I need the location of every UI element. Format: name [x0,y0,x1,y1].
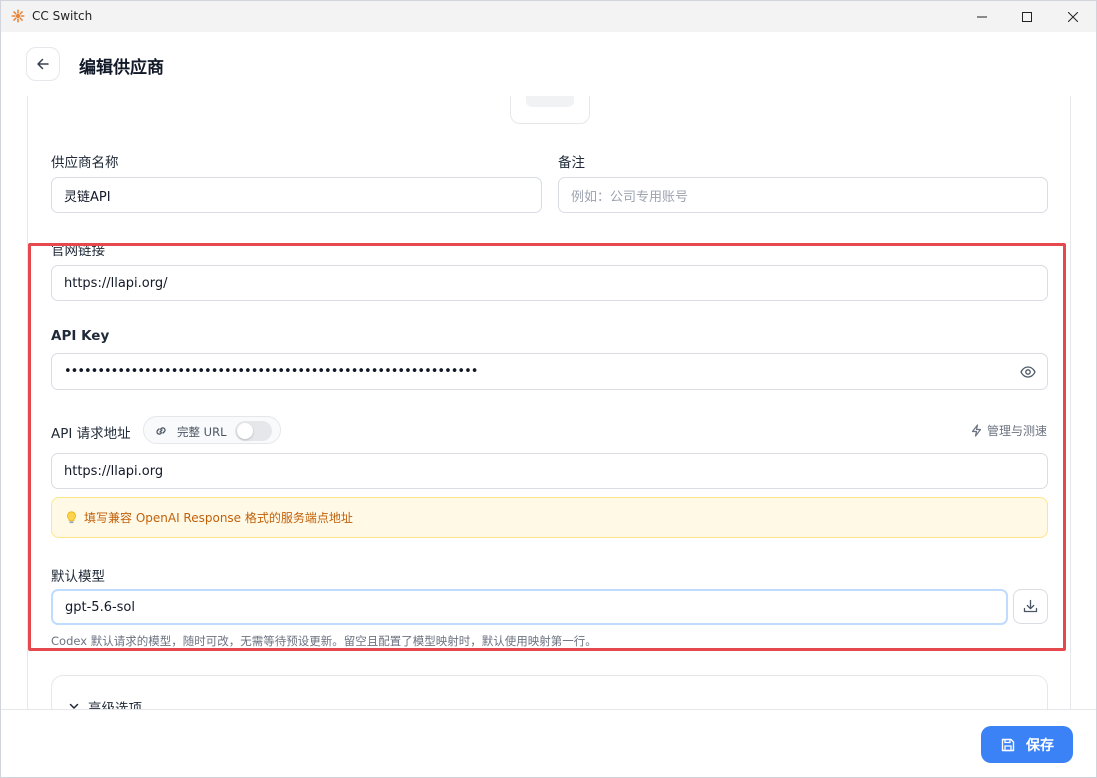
app-logo-icon [11,9,25,23]
lightning-icon [971,424,982,437]
minimize-button[interactable] [959,1,1005,32]
download-icon [1023,599,1038,613]
api-key-label: API Key [51,328,110,344]
page-header: 编辑供应商 [1,32,1096,96]
provider-icon-picker[interactable] [510,96,590,124]
arrow-left-icon [37,58,49,70]
link-icon [156,427,166,435]
advanced-options-label: 高级选项 [88,701,142,709]
default-model-label: 默认模型 [51,569,105,585]
website-label: 官网链接 [51,243,105,259]
switch-knob [237,423,253,439]
endpoint-input[interactable]: https://llapi.org [51,453,1048,489]
lightbulb-icon [67,511,76,524]
default-model-input[interactable]: gpt-5.6-sol [51,589,1008,625]
endpoint-label: API 请求地址 [51,426,131,442]
app-window: CC Switch 编辑供应商 供应商名称 灵链API 备注 例如：公司专用账号… [0,0,1097,778]
divider [27,96,28,709]
window-title: CC Switch [32,9,93,23]
api-key-input[interactable]: ••••••••••••••••••••••••••••••••••••••••… [51,353,1048,390]
provider-icon-placeholder [526,96,574,107]
divider [1070,96,1071,709]
eye-icon[interactable] [1020,364,1036,380]
title-bar: CC Switch [1,1,1096,32]
provider-name-label: 供应商名称 [51,155,119,171]
notes-label: 备注 [558,155,585,171]
api-key-value: ••••••••••••••••••••••••••••••••••••••••… [64,364,478,379]
page-title: 编辑供应商 [79,58,164,78]
minimize-icon [977,16,987,17]
footer-bar: 保存 [1,709,1096,777]
save-icon [1001,738,1015,751]
advanced-options-section[interactable]: 高级选项 [51,675,1048,709]
provider-name-input[interactable]: 灵链API [51,177,542,213]
default-model-value: gpt-5.6-sol [65,599,135,615]
website-input[interactable]: https://llapi.org/ [51,265,1048,301]
notes-input[interactable]: 例如：公司专用账号 [558,177,1048,213]
full-url-label: 完整 URL [177,425,227,439]
save-button[interactable]: 保存 [981,726,1073,763]
provider-name-value: 灵链API [64,189,111,205]
endpoint-value: https://llapi.org [64,463,164,479]
default-model-description: Codex 默认请求的模型，随时可改，无需等待预设更新。留空且配置了模型映射时，… [51,634,597,648]
fetch-models-button[interactable] [1013,589,1048,624]
close-button[interactable] [1050,1,1096,32]
full-url-switch[interactable] [235,421,272,441]
manage-speedtest-label: 管理与测速 [987,424,1048,438]
manage-speedtest-link[interactable]: 管理与测速 [970,422,1047,439]
endpoint-hint: 填写兼容 OpenAI Response 格式的服务端点地址 [51,497,1048,538]
maximize-icon [1022,11,1032,22]
notes-placeholder: 例如：公司专用账号 [571,189,689,205]
full-url-toggle[interactable]: 完整 URL [143,416,281,444]
endpoint-hint-text: 填写兼容 OpenAI Response 格式的服务端点地址 [84,511,353,525]
close-icon [1068,11,1078,22]
maximize-button[interactable] [1004,1,1050,32]
back-button[interactable] [26,47,60,81]
form-scroll-area[interactable]: 供应商名称 灵链API 备注 例如：公司专用账号 官网链接 https://ll… [27,96,1071,709]
website-value: https://llapi.org/ [64,275,168,291]
save-label: 保存 [1026,737,1054,754]
chevron-down-icon [69,703,79,709]
